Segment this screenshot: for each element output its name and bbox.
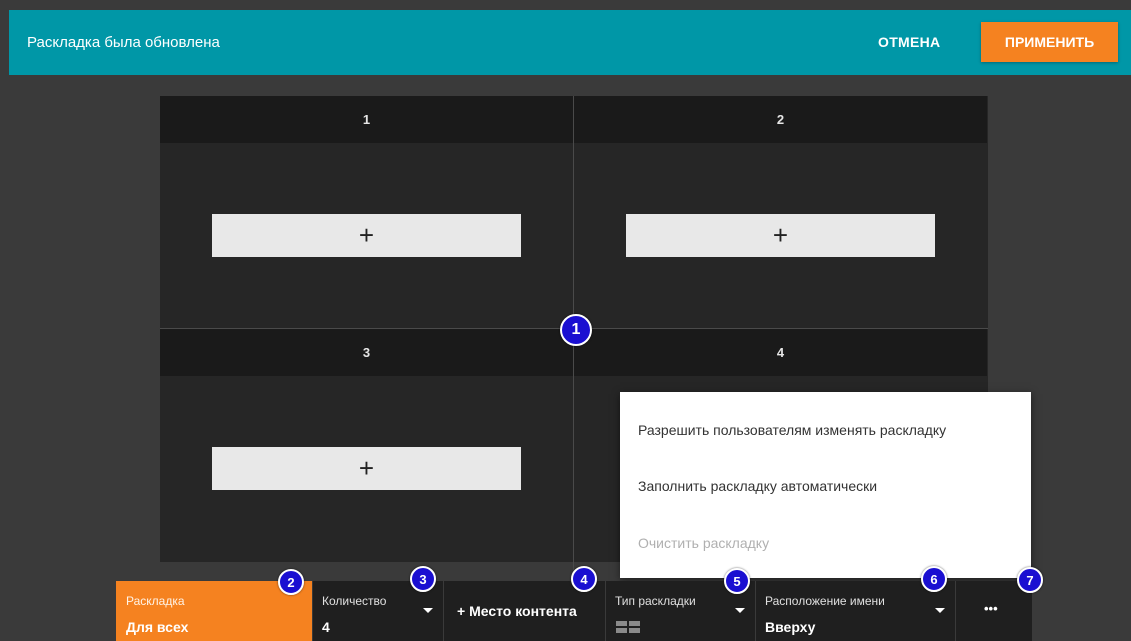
header-title: Раскладка была обновлена bbox=[27, 34, 220, 51]
callout-badge-5: 5 bbox=[724, 568, 750, 594]
chevron-down-icon bbox=[935, 608, 945, 613]
header-bar: Раскладка была обновлена ОТМЕНА ПРИМЕНИТ… bbox=[9, 10, 1131, 75]
menu-item-auto-fill[interactable]: Заполнить раскладку автоматически bbox=[638, 478, 877, 494]
menu-item-allow-users-edit[interactable]: Разрешить пользователям изменять расклад… bbox=[638, 422, 946, 438]
add-content-button[interactable]: + bbox=[212, 214, 521, 257]
layout-cell-1: 1 + bbox=[160, 96, 573, 328]
cancel-button[interactable]: ОТМЕНА bbox=[878, 34, 940, 50]
name-position-dropdown[interactable]: Расположение имени Вверху bbox=[755, 581, 956, 641]
callout-badge-3: 3 bbox=[410, 566, 436, 592]
add-content-button[interactable]: + bbox=[626, 214, 935, 257]
cell-header: 2 bbox=[574, 96, 987, 143]
layout-scope-value: Для всех bbox=[126, 619, 189, 635]
name-position-value: Вверху bbox=[765, 619, 816, 635]
apply-button[interactable]: ПРИМЕНИТЬ bbox=[981, 22, 1118, 62]
more-horizontal-icon: ••• bbox=[984, 601, 998, 616]
layout-type-label: Тип раскладки bbox=[615, 594, 696, 608]
cell-header: 3 bbox=[160, 329, 573, 376]
layout-cell-3: 3 + bbox=[160, 329, 573, 561]
layout-scope-label: Раскладка bbox=[126, 594, 185, 608]
callout-badge-6: 6 bbox=[921, 566, 947, 592]
count-value: 4 bbox=[322, 619, 330, 635]
grid-layout-icon bbox=[616, 621, 640, 633]
layout-cell-2: 2 + bbox=[574, 96, 987, 328]
menu-item-clear-layout: Очистить раскладку bbox=[638, 535, 770, 551]
layout-toolbar: Раскладка Для всех Количество 4 + Место … bbox=[116, 581, 1032, 641]
name-position-label: Расположение имени bbox=[765, 594, 885, 608]
callout-badge-7: 7 bbox=[1017, 567, 1043, 593]
add-content-area-label: + Место контента bbox=[457, 603, 577, 619]
cell-header: 1 bbox=[160, 96, 573, 143]
count-label: Количество bbox=[322, 594, 387, 608]
more-options-button[interactable]: ••• bbox=[955, 581, 1032, 641]
callout-badge-1: 1 bbox=[560, 314, 592, 346]
cell-header: 4 bbox=[574, 329, 987, 376]
callout-badge-4: 4 bbox=[571, 566, 597, 592]
more-options-menu: Разрешить пользователям изменять расклад… bbox=[620, 392, 1031, 578]
chevron-down-icon bbox=[735, 608, 745, 613]
callout-badge-2: 2 bbox=[278, 569, 304, 595]
add-content-button[interactable]: + bbox=[212, 447, 521, 490]
chevron-down-icon bbox=[423, 608, 433, 613]
